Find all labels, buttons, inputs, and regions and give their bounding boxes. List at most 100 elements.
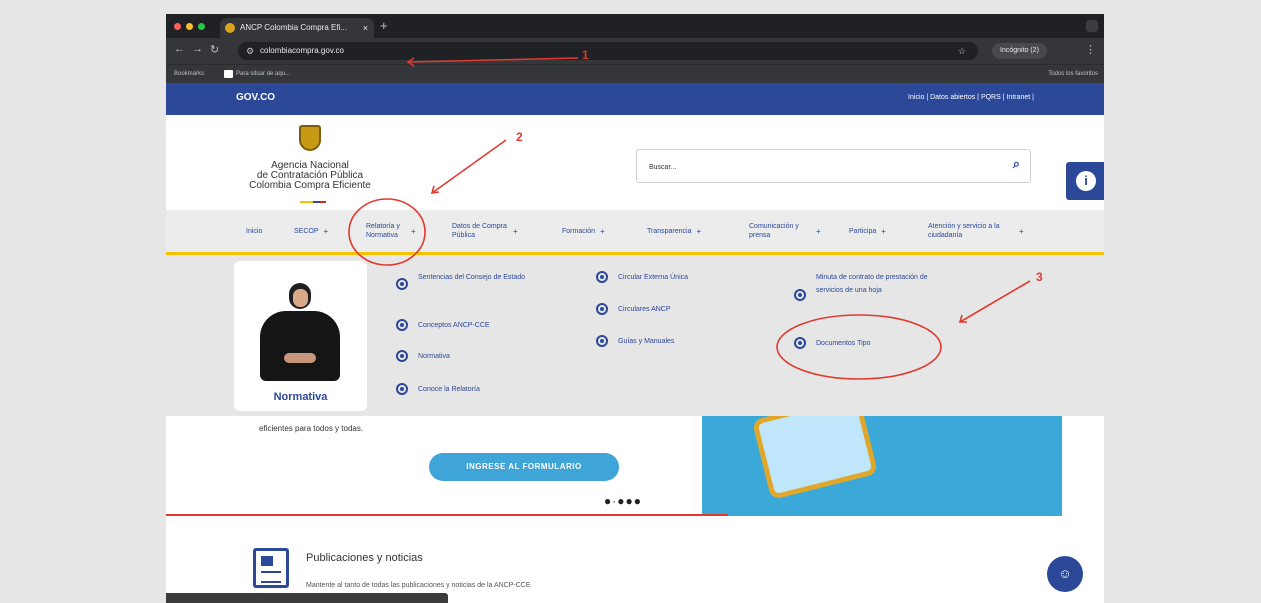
- site-header: Agencia Nacional de Contratación Pública…: [166, 115, 1104, 210]
- incognito-badge[interactable]: Incógnito (2): [992, 43, 1047, 59]
- link-sentencias[interactable]: Sentencias del Consejo de Estado: [396, 271, 556, 290]
- link-minuta[interactable]: Minuta de contrato de prestación de serv…: [794, 271, 944, 301]
- hero-text: eficientes para todos y todas.: [259, 424, 364, 433]
- publications-title[interactable]: Publicaciones y noticias: [306, 552, 423, 564]
- hero-image: [702, 416, 1062, 516]
- back-icon[interactable]: ←: [174, 43, 185, 55]
- arrow-circle-icon: [396, 350, 408, 362]
- link-documentos-tipo[interactable]: Documentos Tipo: [794, 337, 870, 350]
- site-search: ⌕: [636, 149, 1031, 183]
- menu-item-participa[interactable]: Participa +: [849, 210, 886, 252]
- govco-logo[interactable]: GOV.CO: [236, 92, 275, 103]
- annotation-number-2: 2: [516, 130, 523, 144]
- arrow-circle-icon: [396, 383, 408, 395]
- menu-item-datos[interactable]: Datos de Compra Pública +: [452, 210, 532, 252]
- link-label: Conceptos ANCP-CCE: [418, 322, 490, 329]
- menu-item-label: Inicio: [246, 227, 263, 235]
- menu-item-inicio[interactable]: Inicio: [246, 210, 262, 252]
- agency-line: Colombia Compra Eficiente: [249, 180, 371, 191]
- bookmark-item[interactable]: Para situar de aqu...: [224, 65, 290, 83]
- forward-icon[interactable]: →: [192, 43, 203, 55]
- accessibility-icon: i: [1076, 171, 1096, 191]
- chevron-down-icon: +: [816, 226, 821, 236]
- link-circular-externa[interactable]: Circular Externa Única: [596, 271, 688, 284]
- address-bar[interactable]: ⚙ colombiacompra.gov.co ☆: [238, 42, 978, 60]
- browser-tab[interactable]: ANCP Colombia Compra Efi... ×: [220, 18, 374, 38]
- arrow-circle-icon: [596, 335, 608, 347]
- link-guias[interactable]: Guías y Manuales: [596, 335, 674, 348]
- link-conoce-relatoria[interactable]: Conoce la Relatoría: [396, 383, 480, 396]
- chevron-down-icon: +: [1019, 226, 1024, 236]
- maximize-window-button[interactable]: [198, 23, 205, 30]
- link-conceptos[interactable]: Conceptos ANCP-CCE: [396, 319, 490, 332]
- accessibility-button[interactable]: i: [1066, 162, 1104, 200]
- link-label: Documentos Tipo: [816, 340, 871, 347]
- flag-stripe: [300, 201, 326, 203]
- arrow-circle-icon: [396, 278, 408, 290]
- menu-item-transparencia[interactable]: Transparencia +: [647, 210, 701, 252]
- interpreter-face: [293, 289, 308, 307]
- menu-item-label: Comunicación y prensa: [749, 223, 799, 239]
- link-label: Normativa: [418, 353, 450, 360]
- link-label: Sentencias del Consejo de Estado: [418, 274, 526, 281]
- menu-item-secop[interactable]: SECOP +: [294, 210, 328, 252]
- menu-item-comunicacion[interactable]: Comunicación y prensa +: [749, 210, 829, 252]
- menu-item-label: Participa: [849, 227, 877, 235]
- close-window-button[interactable]: [174, 23, 181, 30]
- relatoria-dropdown: Normativa Sentencias del Consejo de Esta…: [166, 255, 1104, 416]
- menu-item-atencion[interactable]: Atención y servicio a la ciudadanía +: [928, 210, 1028, 252]
- annotation-number-1: 1: [582, 48, 589, 62]
- site-info-icon[interactable]: ⚙: [246, 42, 254, 60]
- link-normativa[interactable]: Normativa: [396, 350, 450, 363]
- all-bookmarks-folder[interactable]: Todos los favoritos: [1048, 65, 1098, 83]
- arrow-circle-icon: [596, 303, 608, 315]
- chevron-down-icon: +: [323, 226, 329, 236]
- hero-divider: [166, 514, 728, 516]
- panel-label: Normativa: [273, 391, 328, 403]
- main-menu: Inicio SECOP + Relatoría y Normativa + Dat…: [166, 210, 1104, 252]
- search-icon[interactable]: ⌕: [1013, 156, 1020, 172]
- agency-name[interactable]: Agencia Nacional de Contratación Pública…: [224, 161, 396, 191]
- menu-item-relatoria[interactable]: Relatoría y Normativa +: [366, 210, 418, 252]
- menu-item-label: Formación: [562, 227, 596, 235]
- coat-of-arms-icon: [299, 125, 321, 151]
- chevron-down-icon: +: [696, 226, 702, 236]
- form-cta-button[interactable]: INGRESE AL FORMULARIO: [429, 453, 619, 481]
- menu-item-formacion[interactable]: Formación +: [562, 210, 605, 252]
- arrow-circle-icon: [396, 319, 408, 331]
- chat-bubble-icon[interactable]: ☺: [1047, 556, 1083, 592]
- menu-item-label: Relatoría y Normativa: [366, 223, 400, 239]
- sign-language-panel: Normativa: [234, 261, 367, 411]
- reload-icon[interactable]: ↻: [210, 43, 219, 56]
- carousel-dots[interactable]: ●·●●●: [604, 494, 642, 508]
- menu-item-label: Transparencia: [647, 227, 692, 235]
- newspaper-icon: [253, 548, 289, 588]
- tab-title: ANCP Colombia Compra Efi...: [240, 23, 347, 32]
- status-url-bar: [166, 593, 448, 603]
- gov-bar: GOV.CO Inicio | Datos abiertos | PQRS | …: [166, 83, 1104, 115]
- form-illustration: [751, 416, 879, 501]
- url-text: colombiacompra.gov.co: [260, 46, 344, 55]
- menu-item-label: Datos de Compra Pública: [452, 223, 507, 239]
- arrow-circle-icon: [596, 271, 608, 283]
- menu-item-label: SECOP: [294, 227, 319, 235]
- navigation-bar: ← → ↻ ⚙ colombiacompra.gov.co ☆ Incógnit…: [166, 38, 1104, 64]
- hero-banner: eficientes para todos y todas. INGRESE A…: [166, 416, 1104, 516]
- search-input[interactable]: [649, 159, 969, 175]
- bookmark-star-icon[interactable]: ☆: [958, 42, 966, 60]
- minimize-window-button[interactable]: [186, 23, 193, 30]
- tab-close-icon[interactable]: ×: [363, 18, 368, 38]
- chevron-down-icon: +: [411, 226, 416, 236]
- arrow-circle-icon: [794, 289, 806, 301]
- gov-top-links[interactable]: Inicio | Datos abiertos | PQRS | Intrane…: [908, 94, 1034, 101]
- bookmarks-folder[interactable]: Bookmarks: [174, 65, 204, 83]
- bookmarks-bar: Bookmarks Para situar de aqu... Todos lo…: [166, 64, 1104, 83]
- favicon-icon: [225, 23, 235, 33]
- link-label: Guías y Manuales: [618, 338, 675, 345]
- browser-menu-icon[interactable]: ⋮: [1085, 43, 1096, 56]
- new-tab-button[interactable]: +: [380, 18, 388, 33]
- link-label: Minuta de contrato de prestación de serv…: [816, 274, 928, 294]
- tab-search-button[interactable]: [1086, 20, 1098, 32]
- publications-subtitle: Mantente al tanto de todas las publicaci…: [306, 582, 531, 589]
- link-circulares[interactable]: Circulares ANCP: [596, 303, 671, 316]
